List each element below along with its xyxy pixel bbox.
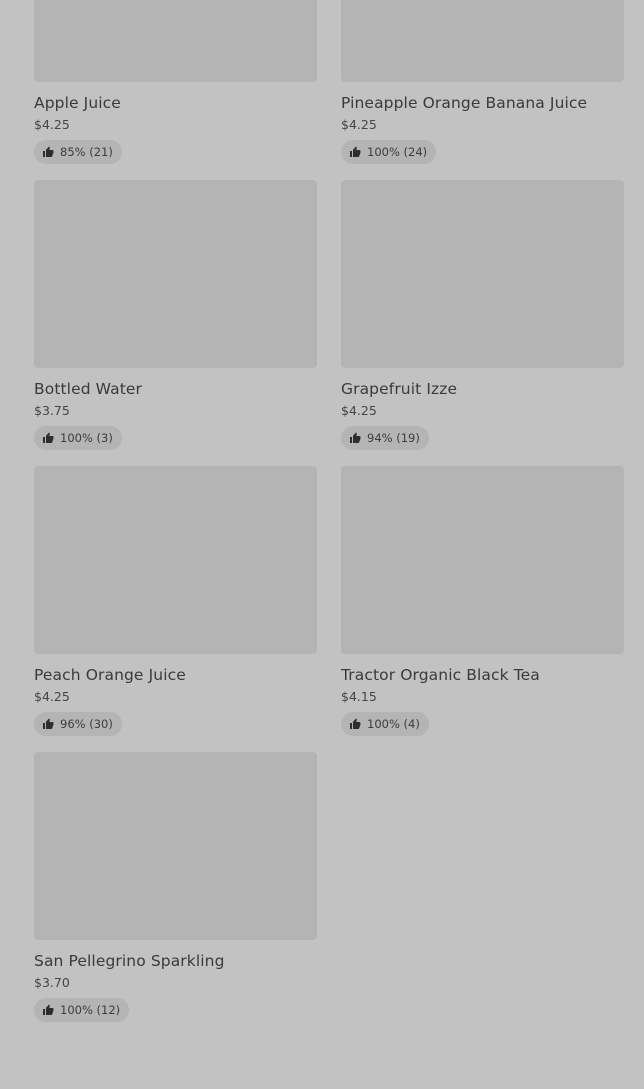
product-price: $3.70 [34, 975, 70, 990]
thumbs-up-icon [42, 146, 54, 158]
product-image[interactable] [34, 180, 317, 368]
rating-text: 96% (30) [60, 717, 113, 731]
page: { "products": [ {"name": "Apple Juice", … [0, 0, 644, 1089]
thumbs-up-icon [349, 146, 361, 158]
rating-badge: 94% (19) [341, 426, 429, 450]
product-name[interactable]: Grapefruit Izze [341, 380, 624, 398]
product-card-apple-juice[interactable]: Apple Juice $4.25 85% (21) [34, 0, 317, 180]
thumbs-up-icon [349, 432, 361, 444]
product-price: $3.75 [34, 403, 70, 418]
product-image[interactable] [341, 180, 624, 368]
product-image[interactable] [34, 0, 317, 82]
product-price: $4.25 [341, 117, 377, 132]
product-card-bottled-water[interactable]: Bottled Water $3.75 100% (3) [34, 180, 317, 466]
product-price: $4.25 [34, 689, 70, 704]
product-name[interactable]: Apple Juice [34, 94, 317, 112]
thumbs-up-icon [42, 718, 54, 730]
thumbs-up-icon [42, 432, 54, 444]
rating-text: 100% (12) [60, 1003, 121, 1017]
product-grid: Apple Juice $4.25 85% (21) Pineapple Ora… [34, 0, 624, 1038]
product-name[interactable]: Bottled Water [34, 380, 317, 398]
thumbs-up-icon [349, 718, 361, 730]
rating-badge: 100% (24) [341, 140, 437, 164]
rating-text: 100% (24) [367, 145, 428, 159]
product-name[interactable]: Pineapple Orange Banana Juice [341, 94, 624, 112]
product-price: $4.15 [341, 689, 377, 704]
product-price: $4.25 [341, 403, 377, 418]
product-name[interactable]: Tractor Organic Black Tea [341, 666, 624, 684]
product-price: $4.25 [34, 117, 70, 132]
product-image[interactable] [34, 752, 317, 940]
product-name[interactable]: Peach Orange Juice [34, 666, 317, 684]
rating-badge: 100% (3) [34, 426, 122, 450]
rating-text: 100% (4) [367, 717, 420, 731]
rating-text: 85% (21) [60, 145, 113, 159]
rating-text: 94% (19) [367, 431, 420, 445]
product-image[interactable] [341, 0, 624, 82]
product-card-tractor-organic-black-tea[interactable]: Tractor Organic Black Tea $4.15 100% (4) [341, 466, 624, 752]
rating-badge: 85% (21) [34, 140, 122, 164]
product-card-san-pellegrino-sparkling[interactable]: San Pellegrino Sparkling $3.70 100% (12) [34, 752, 317, 1038]
rating-badge: 100% (12) [34, 998, 130, 1022]
product-name[interactable]: San Pellegrino Sparkling [34, 952, 317, 970]
product-image[interactable] [341, 466, 624, 654]
thumbs-up-icon [42, 1004, 54, 1016]
rating-badge: 96% (30) [34, 712, 122, 736]
rating-text: 100% (3) [60, 431, 113, 445]
product-card-grapefruit-izze[interactable]: Grapefruit Izze $4.25 94% (19) [341, 180, 624, 466]
product-card-pineapple-orange-banana-juice[interactable]: Pineapple Orange Banana Juice $4.25 100%… [341, 0, 624, 180]
rating-badge: 100% (4) [341, 712, 429, 736]
product-image[interactable] [34, 466, 317, 654]
product-card-peach-orange-juice[interactable]: Peach Orange Juice $4.25 96% (30) [34, 466, 317, 752]
